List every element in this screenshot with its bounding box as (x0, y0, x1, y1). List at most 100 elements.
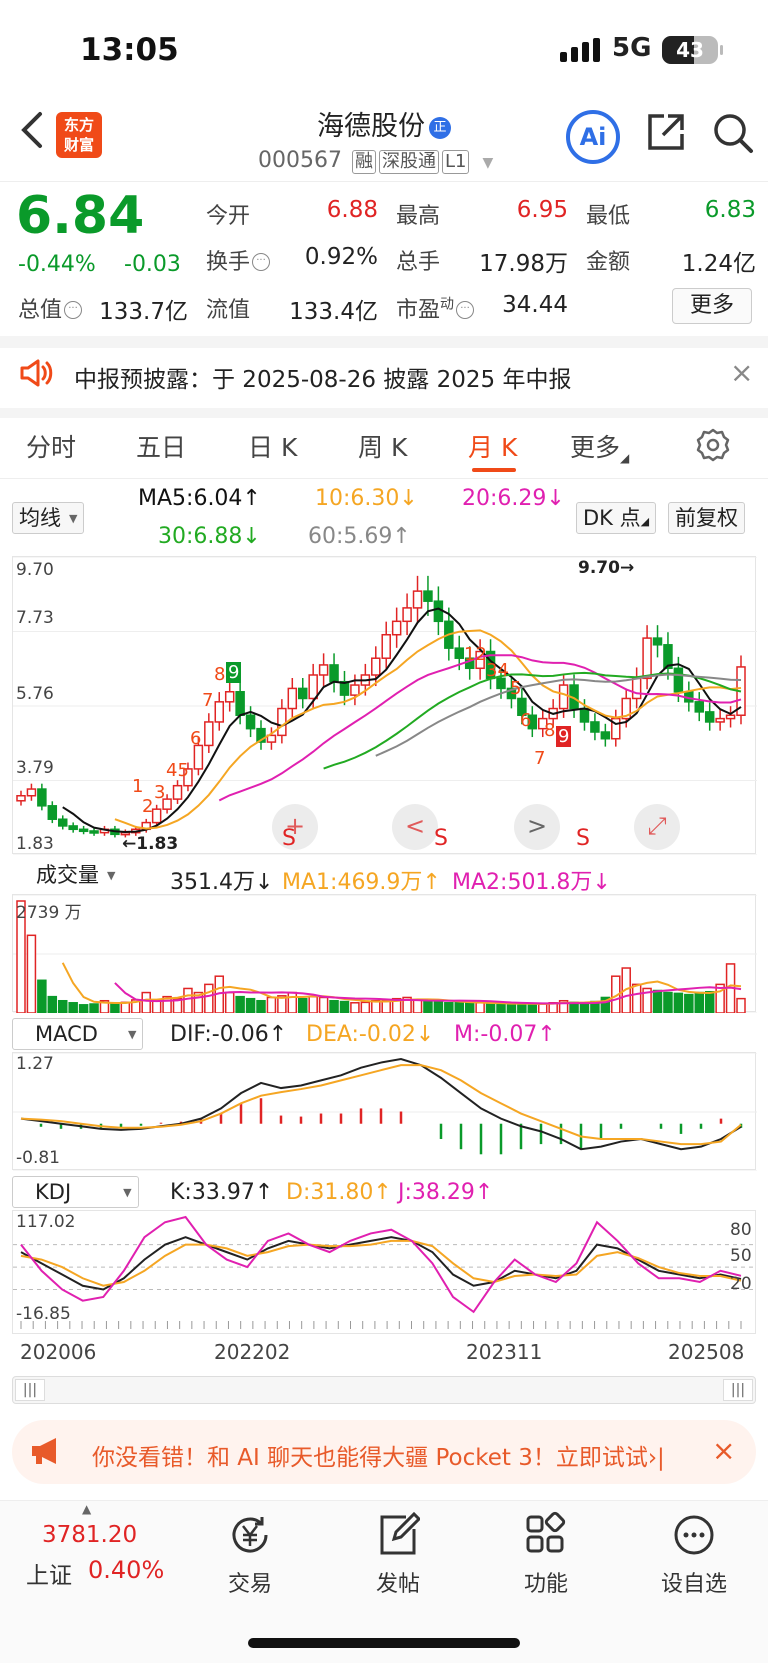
status-bar: 13:05 5G 43 (0, 0, 768, 100)
seq-label: 12 (464, 644, 487, 665)
volume-bar (684, 993, 694, 1014)
tab-daily-k[interactable]: 日 K (248, 428, 297, 464)
index-percent[interactable]: 0.40% (88, 1556, 164, 1584)
scroll-left-button[interactable]: < (392, 804, 438, 850)
scroll-handle-right[interactable]: ||| (723, 1379, 753, 1401)
volume-bar (297, 997, 308, 1014)
scroll-right-button[interactable]: > (514, 804, 560, 850)
close-icon[interactable]: × (730, 356, 753, 389)
ma10-value: 10:6.30↓ (315, 486, 418, 511)
kdj-panel[interactable] (12, 1210, 757, 1334)
candle-up (350, 684, 360, 696)
candle-up (172, 784, 183, 800)
kdj-selector-label: KDJ (35, 1180, 72, 1204)
tab-weekly-k[interactable]: 周 K (358, 428, 407, 464)
tab-monthly-k[interactable]: 月 K (468, 428, 517, 464)
index-value[interactable]: 3781.20 (42, 1522, 137, 1548)
macd-dea-line (20, 1064, 742, 1146)
seq-label: 8 (544, 720, 556, 741)
kdj-j-text: J:38.29 (398, 1180, 475, 1205)
candle-up (725, 714, 736, 720)
candle-down (579, 707, 590, 723)
volume-bar (235, 995, 245, 1014)
tab-intraday[interactable]: 分时 (26, 428, 76, 464)
seq-label: 8 (214, 664, 226, 685)
tab-five-day[interactable]: 五日 (136, 428, 186, 464)
dk-point-button[interactable]: DK 点◢ (576, 502, 657, 534)
tag-connect: 深股通 (378, 150, 439, 174)
tag-margin: 融 (351, 150, 376, 174)
volume-bar (68, 1002, 78, 1014)
candle-up (204, 721, 214, 747)
info-icon[interactable]: ··· (252, 253, 271, 271)
candle-up (26, 788, 37, 797)
tab-more[interactable]: 更多◢ (570, 428, 629, 465)
promo-text[interactable]: 你没看错！和 AI 聊天也能得大疆 Pocket 3！立即试试›| (92, 1438, 698, 1472)
date-label: 202311 (466, 1340, 543, 1364)
kdj-top-label: 117.02 (16, 1212, 76, 1232)
volume-bar (120, 1001, 131, 1014)
volume-selector[interactable]: 成交量 ▼ (30, 860, 122, 892)
seq-label: 7 (202, 690, 214, 711)
ai-button[interactable]: Ai (566, 110, 620, 164)
ma-selector[interactable]: 均线 ▼ (12, 502, 85, 534)
caret-icon: ◢ (640, 515, 650, 528)
macd-panel[interactable] (12, 1052, 757, 1172)
ma60-text: 60:5.69 (308, 524, 393, 549)
close-icon[interactable]: × (712, 1434, 735, 1467)
macd-dif-line (20, 1057, 742, 1151)
info-icon[interactable]: ··· (64, 301, 83, 319)
volume-panel[interactable] (12, 894, 757, 1014)
share-icon[interactable] (646, 112, 686, 152)
scroll-handle-left[interactable]: ||| (15, 1379, 45, 1401)
trade-button[interactable]: 交易 (190, 1510, 310, 1598)
low-marker-value: 1.83 (136, 834, 179, 854)
notice-text[interactable]: 中报预披露：于 2025-08-26 披露 2025 年中报 (74, 360, 571, 394)
add-watchlist-button[interactable]: 设自选 (634, 1510, 754, 1598)
kdj-j: J:38.29↑ (398, 1180, 494, 1205)
kdj-selector[interactable]: KDJ ▼ (12, 1176, 139, 1208)
field-key-turnover: 换手 ··· (206, 244, 271, 276)
settings-gear-icon[interactable] (696, 428, 730, 462)
trade-label: 交易 (227, 1572, 272, 1597)
volume-bar (360, 1001, 371, 1014)
more-fields-button[interactable]: 更多 (672, 288, 752, 324)
volume-bar (673, 992, 684, 1014)
candle-down (47, 805, 58, 820)
index-name[interactable]: 上证 (26, 1556, 72, 1590)
ma-selector-label: 均线 (19, 506, 61, 530)
sell-signal: S (282, 826, 296, 851)
megaphone-icon (32, 1438, 56, 1464)
seq-label: 6 (520, 710, 532, 731)
fullscreen-icon[interactable]: ⤢ (634, 804, 680, 850)
volume-bar (412, 999, 423, 1014)
volume-bar (318, 996, 329, 1014)
candle-down (454, 647, 465, 659)
field-key-high: 最高 (396, 204, 441, 229)
kdj-k: K:33.97↑ (170, 1180, 274, 1205)
date-label: 202006 (20, 1340, 97, 1364)
volume-value-text: 351.4万 (170, 870, 255, 895)
field-key-volume: 总手 (396, 250, 441, 275)
field-value-float-cap: 133.4亿 (289, 299, 378, 325)
caret-down-icon: ▼ (123, 1186, 132, 1199)
adjust-mode-button[interactable]: 前复权 (668, 502, 745, 534)
turnover-label: 换手 (206, 250, 251, 275)
macd-selector[interactable]: MACD ▼ (12, 1018, 144, 1050)
candle-down (694, 701, 705, 713)
volume-bar (444, 1002, 454, 1014)
post-button[interactable]: 发帖 (338, 1510, 458, 1598)
search-icon[interactable] (712, 112, 754, 154)
kdj-j-line (20, 1215, 742, 1314)
field-key-mktcap: 总值 ··· (18, 292, 83, 324)
last-price: 6.84 (16, 186, 145, 246)
info-icon[interactable]: ··· (456, 301, 475, 319)
date-label: 202202 (214, 1340, 291, 1364)
chart-range-scrollbar[interactable]: ||| ||| (12, 1376, 756, 1404)
chevron-down-icon: ▼ (482, 155, 494, 171)
functions-label: 功能 (523, 1572, 568, 1597)
stock-code-line[interactable]: 000567 融深股通 L1 ▼ (258, 148, 493, 174)
macd-chart (13, 1052, 757, 1172)
functions-button[interactable]: 功能 (486, 1510, 606, 1598)
seq-label: 9 (556, 726, 572, 747)
